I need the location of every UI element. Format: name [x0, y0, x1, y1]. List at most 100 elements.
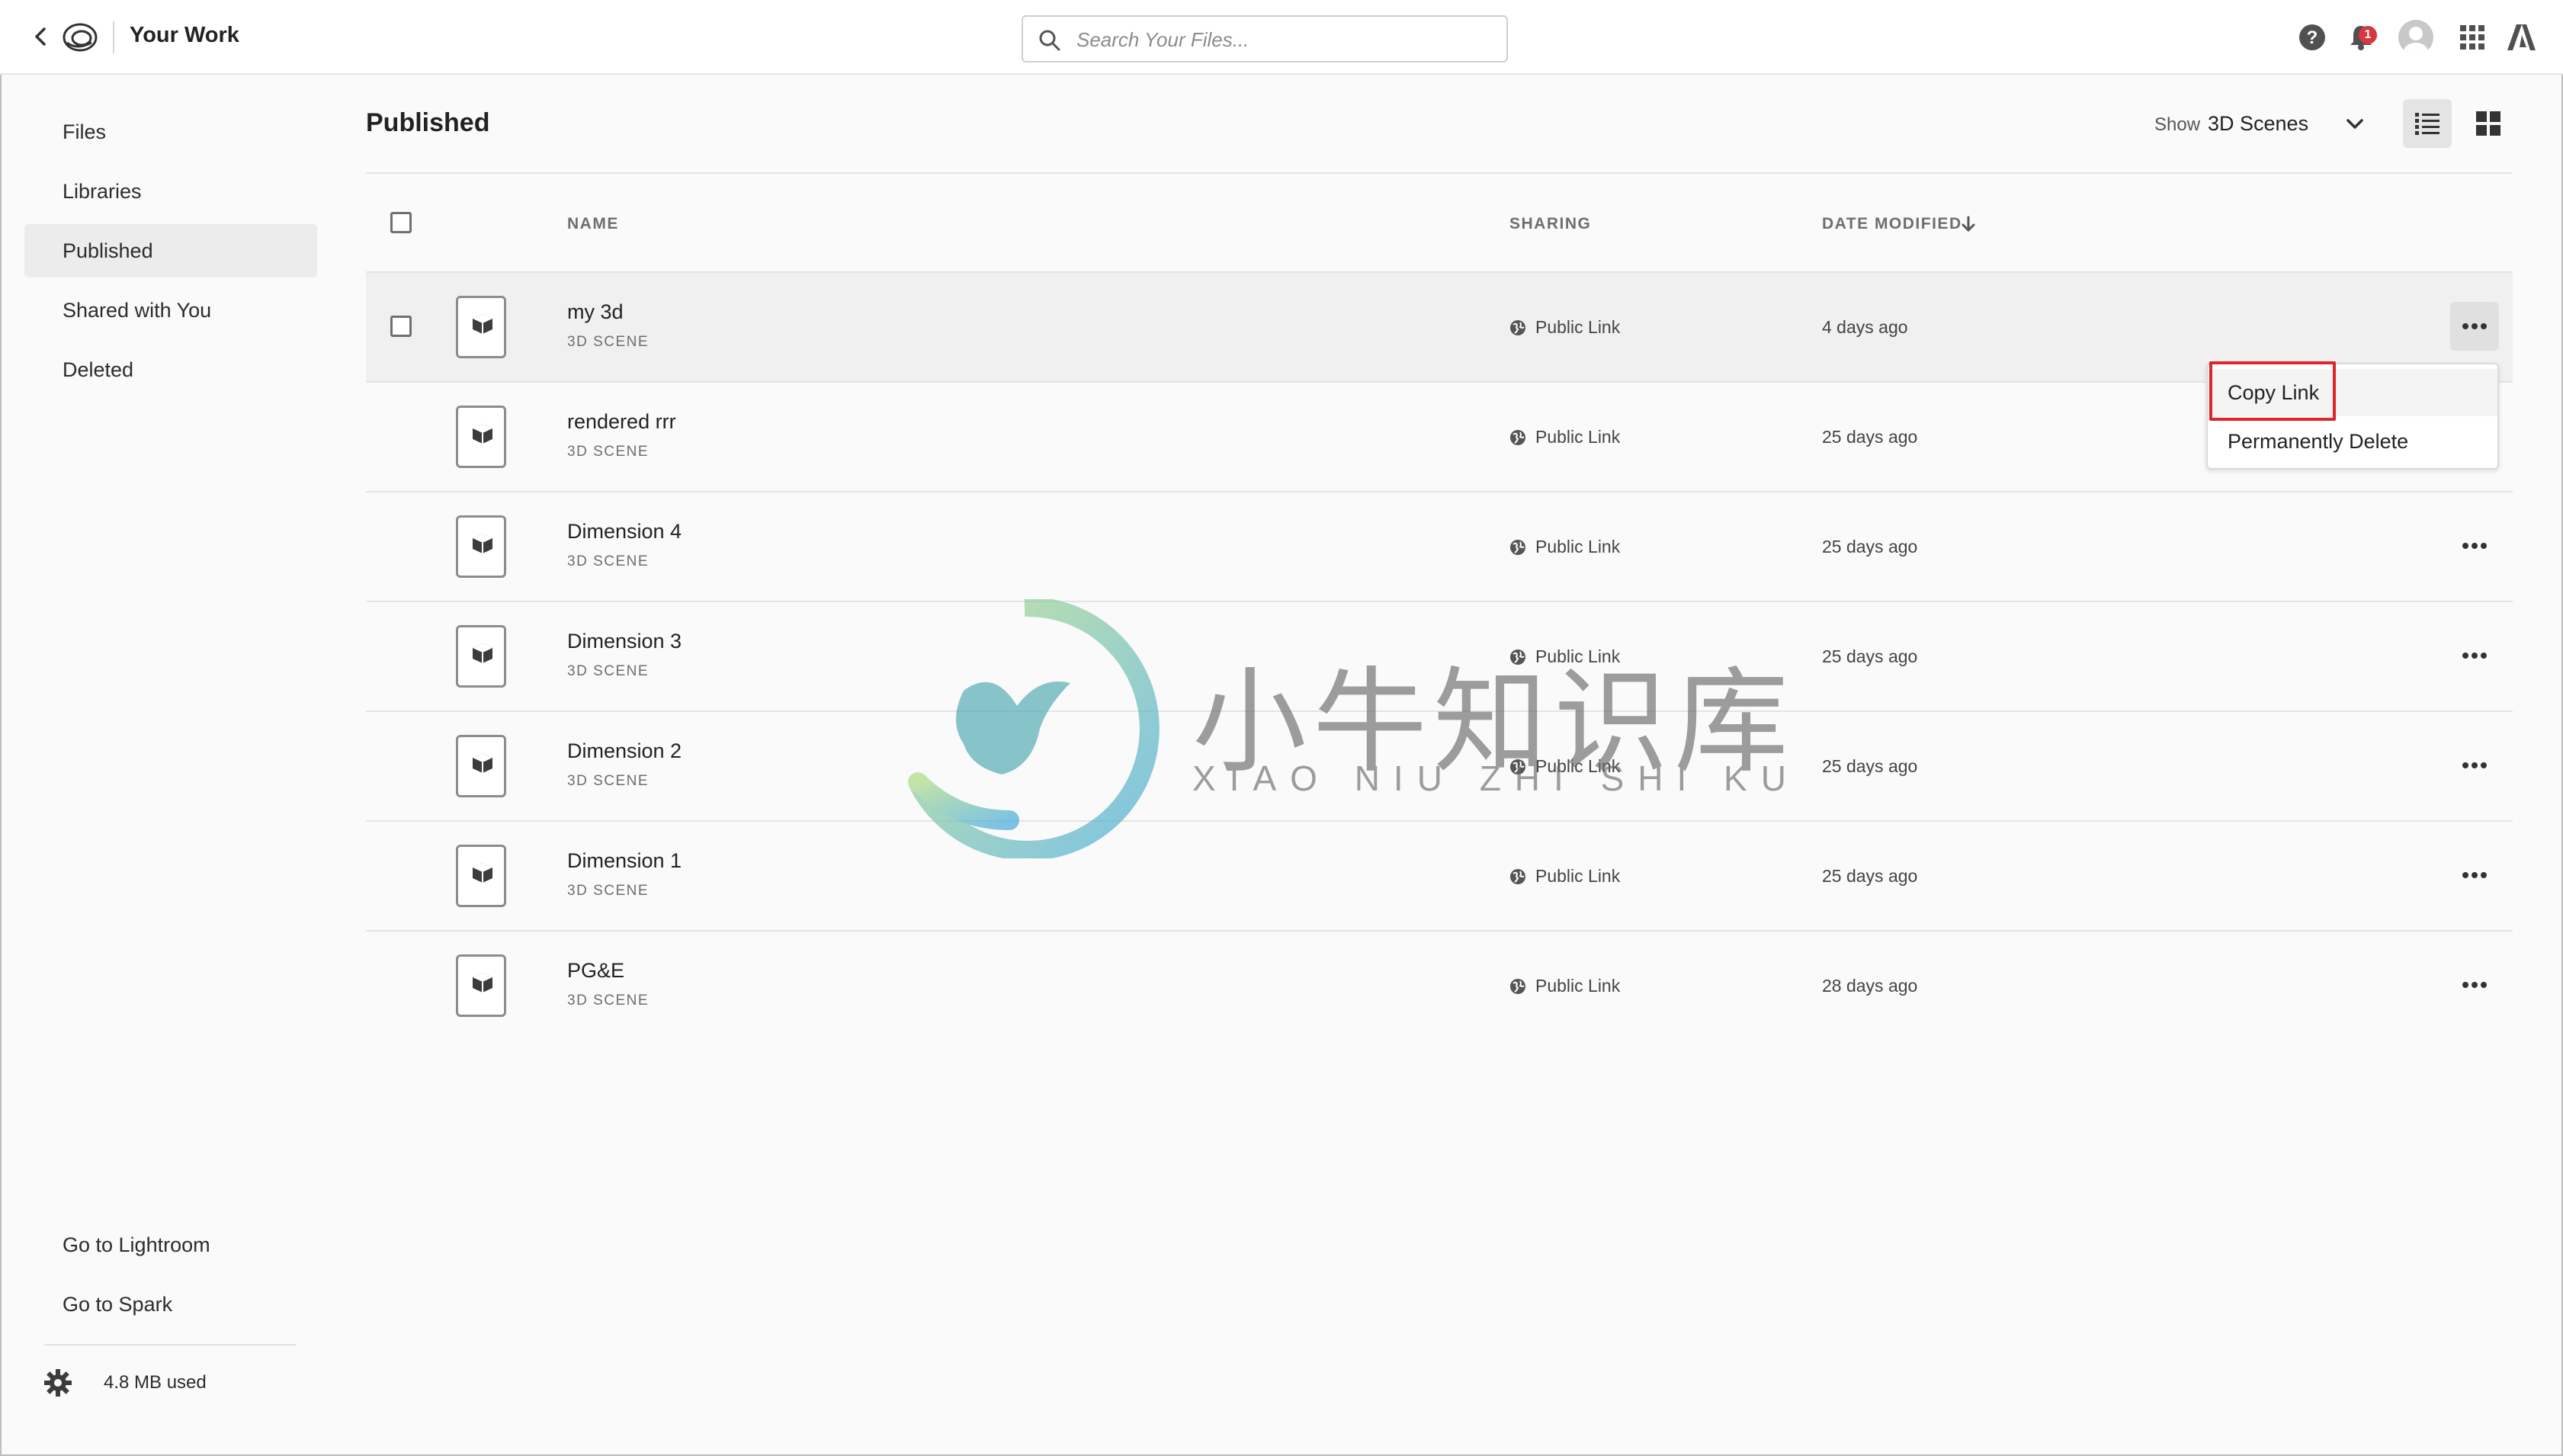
- more-dots-icon: [2462, 323, 2487, 329]
- sharing-label: Public Link: [1535, 427, 1621, 447]
- adobe-logo-icon[interactable]: [2505, 21, 2537, 53]
- select-all-checkbox[interactable]: [390, 212, 412, 233]
- top-bar: Your Work ? 1: [0, 0, 2563, 75]
- file-name[interactable]: PG&E: [567, 959, 624, 983]
- search-box[interactable]: [1022, 15, 1508, 63]
- file-name[interactable]: rendered rrr: [567, 410, 676, 434]
- sharing-label: Public Link: [1535, 317, 1621, 337]
- sidebar-item-shared[interactable]: Shared with You: [24, 284, 317, 337]
- chevron-down-icon[interactable]: [2342, 111, 2368, 137]
- sidebar-divider: [44, 1344, 296, 1345]
- app-title: Your Work: [130, 23, 239, 47]
- search-input[interactable]: [1076, 24, 1488, 55]
- more-dots-icon: [2462, 543, 2487, 549]
- watermark-latin-text: XIAO NIU ZHI SHI KU: [1192, 758, 1800, 798]
- globe-icon: [1510, 540, 1525, 555]
- back-chevron-icon[interactable]: [29, 24, 53, 49]
- more-actions-button[interactable]: [2450, 961, 2499, 1009]
- show-filter-label: Show: [2154, 114, 2201, 135]
- sidebar-item-libraries[interactable]: Libraries: [24, 165, 317, 218]
- globe-icon: [1510, 320, 1525, 335]
- sidebar-item-published[interactable]: Published: [24, 224, 317, 277]
- permanently-delete-menu-item[interactable]: Permanently Delete: [2208, 418, 2497, 465]
- 3d-cube-icon: [473, 643, 492, 663]
- globe-icon: [1510, 869, 1525, 884]
- 3d-cube-icon: [473, 973, 492, 993]
- more-dots-icon: [2462, 653, 2487, 659]
- 3d-cube-icon: [473, 753, 492, 773]
- sharing-label: Public Link: [1535, 866, 1621, 886]
- file-thumbnail[interactable]: [456, 954, 506, 1017]
- bull-logo-icon: [908, 596, 1160, 861]
- table-row[interactable]: my 3d 3D SCENE Public Link 4 days ago: [366, 273, 2513, 383]
- sharing-label: Public Link: [1535, 976, 1621, 996]
- file-thumbnail[interactable]: [456, 735, 506, 797]
- column-header-date-modified[interactable]: DATE MODIFIED: [1822, 215, 1962, 233]
- more-dots-icon: [2462, 762, 2487, 768]
- table-row[interactable]: Dimension 4 3D SCENE Public Link 25 days…: [366, 492, 2513, 602]
- more-actions-button[interactable]: [2450, 741, 2499, 790]
- file-name[interactable]: Dimension 3: [567, 630, 682, 653]
- date-modified: 28 days ago: [1822, 976, 1918, 996]
- grid-view-icon: [2476, 111, 2500, 136]
- file-thumbnail[interactable]: [456, 625, 506, 688]
- page-title: Published: [366, 108, 490, 137]
- show-filter-dropdown[interactable]: 3D Scenes: [2208, 112, 2308, 136]
- table-row[interactable]: PG&E 3D SCENE Public Link 28 days ago: [366, 932, 2513, 1041]
- file-name[interactable]: Dimension 1: [567, 849, 682, 873]
- sidebar-item-files[interactable]: Files: [24, 105, 317, 159]
- date-modified: 25 days ago: [1822, 427, 1918, 447]
- file-type: 3D SCENE: [567, 993, 650, 1009]
- row-checkbox[interactable]: [390, 316, 412, 337]
- more-actions-button[interactable]: [2450, 521, 2499, 570]
- list-view-button[interactable]: [2403, 99, 2452, 148]
- file-type: 3D SCENE: [567, 553, 650, 569]
- avatar[interactable]: [2398, 20, 2433, 55]
- file-name[interactable]: Dimension 4: [567, 520, 682, 544]
- more-dots-icon: [2462, 872, 2487, 878]
- more-actions-button[interactable]: [2450, 631, 2499, 680]
- file-name[interactable]: my 3d: [567, 300, 624, 324]
- user-silhouette-icon: [2404, 27, 2428, 55]
- go-to-spark-link[interactable]: Go to Spark: [63, 1293, 172, 1316]
- globe-icon: [1510, 430, 1525, 445]
- 3d-cube-icon: [473, 424, 492, 444]
- file-thumbnail[interactable]: [456, 296, 506, 358]
- sharing-label: Public Link: [1535, 537, 1621, 556]
- apps-grid-icon[interactable]: [2456, 21, 2488, 53]
- 3d-cube-icon: [473, 314, 492, 334]
- go-to-lightroom-link[interactable]: Go to Lightroom: [63, 1233, 210, 1257]
- svg-text:?: ?: [2307, 27, 2318, 48]
- globe-icon: [1510, 979, 1525, 994]
- more-actions-button[interactable]: [2450, 851, 2499, 900]
- grid-view-button[interactable]: [2464, 99, 2513, 148]
- date-modified: 25 days ago: [1822, 646, 1918, 666]
- watermark: 小牛知识库 XIAO NIU ZHI SHI KU: [887, 596, 1788, 861]
- date-modified: 4 days ago: [1822, 317, 1908, 337]
- file-type: 3D SCENE: [567, 663, 650, 679]
- search-icon: [1039, 30, 1060, 51]
- file-name[interactable]: Dimension 2: [567, 739, 682, 763]
- sidebar-item-deleted[interactable]: Deleted: [24, 343, 317, 396]
- file-thumbnail[interactable]: [456, 845, 506, 907]
- column-header-name[interactable]: NAME: [567, 215, 619, 233]
- file-type: 3D SCENE: [567, 444, 650, 460]
- table-top-divider: [366, 172, 2513, 174]
- more-actions-button[interactable]: [2450, 302, 2499, 351]
- sort-descending-icon[interactable]: [1959, 215, 1978, 233]
- date-modified: 25 days ago: [1822, 866, 1918, 886]
- gear-icon[interactable]: [43, 1368, 73, 1398]
- date-modified: 25 days ago: [1822, 756, 1918, 776]
- header-divider: [113, 21, 114, 53]
- date-modified: 25 days ago: [1822, 537, 1918, 556]
- file-thumbnail[interactable]: [456, 406, 506, 468]
- creative-cloud-logo-icon[interactable]: [61, 20, 99, 55]
- column-header-sharing[interactable]: SHARING: [1509, 215, 1591, 233]
- table-row[interactable]: rendered rrr 3D SCENE Public Link 25 day…: [366, 383, 2513, 492]
- file-thumbnail[interactable]: [456, 515, 506, 578]
- 3d-cube-icon: [473, 863, 492, 883]
- storage-used: 4.8 MB used: [104, 1372, 207, 1393]
- list-view-icon: [2415, 113, 2440, 135]
- help-icon[interactable]: ?: [2296, 21, 2328, 53]
- file-type: 3D SCENE: [567, 883, 650, 899]
